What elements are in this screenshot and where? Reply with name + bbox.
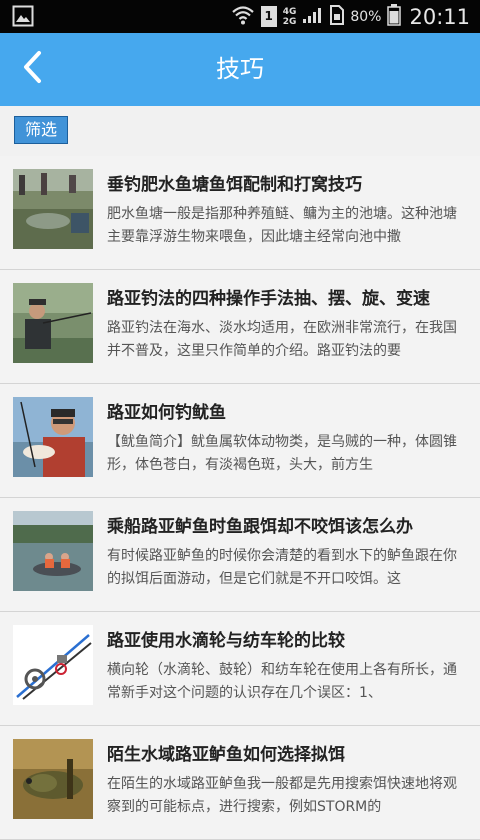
status-bar: 1 4G 2G 80% 20:11: [0, 0, 480, 33]
article-list: 垂钓肥水鱼塘鱼饵配制和打窝技巧 肥水鱼塘一般是指那种养殖鲢、鳙为主的池塘。这种池…: [0, 156, 480, 840]
list-item[interactable]: 垂钓肥水鱼塘鱼饵配制和打窝技巧 肥水鱼塘一般是指那种养殖鲢、鳙为主的池塘。这种池…: [0, 156, 480, 270]
battery-percent: 80%: [350, 8, 382, 25]
article-thumbnail: [13, 397, 93, 477]
article-summary: 肥水鱼塘一般是指那种养殖鲢、鳙为主的池塘。这种池塘主要靠浮游生物来喂鱼，因此塘主…: [107, 206, 457, 245]
clock: 20:11: [409, 4, 470, 29]
article-thumbnail: [13, 625, 93, 705]
page-title: 技巧: [216, 55, 264, 83]
list-item[interactable]: 路亚如何钓鱿鱼 【鱿鱼简介】鱿鱼属软体动物类，是乌贼的一种，体圆锥形，体色苍白，…: [0, 384, 480, 498]
article-summary: 【鱿鱼简介】鱿鱼属软体动物类，是乌贼的一种，体圆锥形，体色苍白，有淡褐色斑，头大…: [107, 434, 457, 473]
article-summary: 路亚钓法在海水、淡水均适用，在欧洲非常流行，在我国并不普及，这里只作简单的介绍。…: [107, 320, 457, 359]
article-thumbnail: [13, 511, 93, 591]
list-item[interactable]: 乘船路亚鲈鱼时鱼跟饵却不咬饵该怎么办 有时候路亚鲈鱼的时候你会清楚的看到水下的鲈…: [0, 498, 480, 612]
article-title: 路亚使用水滴轮与纺车轮的比较: [107, 631, 345, 651]
signal-icon: [302, 6, 322, 28]
article-summary: 有时候路亚鲈鱼的时候你会清楚的看到水下的鲈鱼跟在你的拟饵后面游动，但是它们就是不…: [107, 548, 457, 587]
article-title: 垂钓肥水鱼塘鱼饵配制和打窝技巧: [107, 175, 362, 195]
article-title: 路亚钓法的四种操作手法抽、摆、旋、变速: [107, 289, 430, 309]
list-item[interactable]: 陌生水域路亚鲈鱼如何选择拟饵 在陌生的水域路亚鲈鱼我一般都是先用搜索饵快速地将观…: [0, 726, 480, 840]
network-label: 4G 2G: [282, 6, 297, 27]
filter-bar: 筛选: [0, 106, 480, 157]
sim-card-icon: [328, 4, 345, 29]
article-summary: 横向轮（水滴轮、鼓轮）和纺车轮在使用上各有所长，通常新手对这个问题的认识存在几个…: [107, 662, 457, 701]
status-icons: 1 4G 2G 80% 20:11: [231, 0, 470, 33]
article-thumbnail: [13, 283, 93, 363]
list-item[interactable]: 路亚使用水滴轮与纺车轮的比较 横向轮（水滴轮、鼓轮）和纺车轮在使用上各有所长，通…: [0, 612, 480, 726]
sim-icon: 1: [260, 6, 277, 27]
filter-button[interactable]: 筛选: [14, 116, 68, 144]
image-icon: [12, 5, 34, 31]
article-title: 路亚如何钓鱿鱼: [107, 403, 226, 423]
battery-icon: [387, 3, 402, 30]
list-item[interactable]: 路亚钓法的四种操作手法抽、摆、旋、变速 路亚钓法在海水、淡水均适用，在欧洲非常流…: [0, 270, 480, 384]
article-thumbnail: [13, 739, 93, 819]
wifi-icon: [231, 5, 255, 29]
article-title: 陌生水域路亚鲈鱼如何选择拟饵: [107, 745, 345, 765]
article-summary: 在陌生的水域路亚鲈鱼我一般都是先用搜索饵快速地将观察到的可能标点，进行搜索，例如…: [107, 776, 457, 815]
article-thumbnail: [13, 169, 93, 249]
article-title: 乘船路亚鲈鱼时鱼跟饵却不咬饵该怎么办: [107, 517, 413, 537]
app-bar: 技巧: [0, 33, 480, 106]
